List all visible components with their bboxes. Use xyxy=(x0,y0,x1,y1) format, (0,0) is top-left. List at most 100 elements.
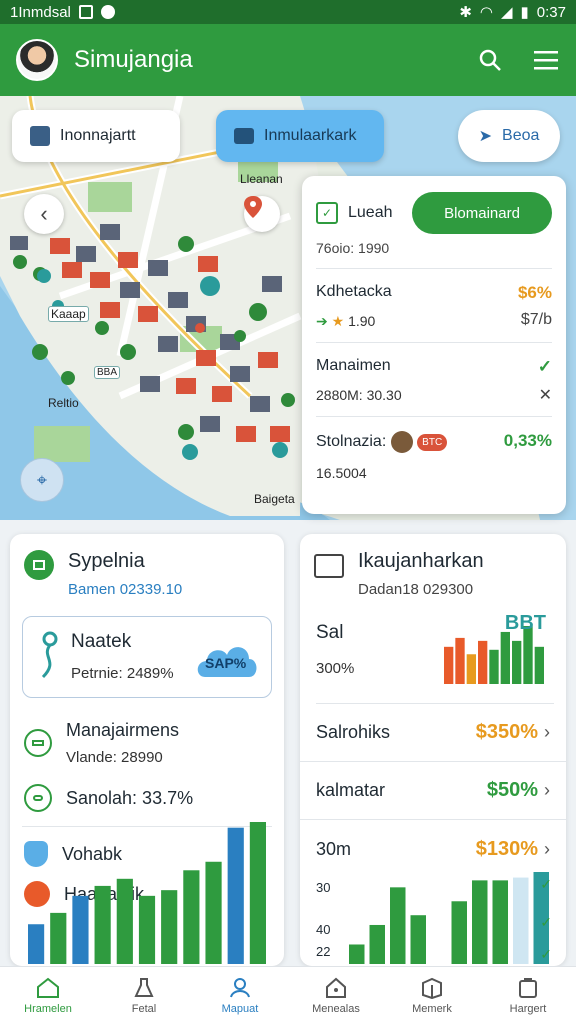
close-icon: ✕ xyxy=(538,387,552,404)
status-bar: 1Inmdsal ✱ ◠ ◢ ▮ 0:37 xyxy=(0,0,576,24)
locate-me-button[interactable]: ⌖ xyxy=(20,458,64,502)
summary-card-right: Ikaujanharkan Dadan18 029300 Sal 300% BB… xyxy=(300,534,566,966)
chart-bar xyxy=(512,640,522,684)
map-layer-chip-label: Inmulaarkark xyxy=(264,127,357,144)
detail-action-button[interactable]: Blomainard xyxy=(412,192,552,234)
wifi-icon: ◠ xyxy=(479,4,493,21)
package-icon xyxy=(422,977,442,999)
map-filter-chip[interactable]: Inonnajartt xyxy=(12,110,180,162)
list-item-label: Salrohiks xyxy=(316,722,391,742)
carrier-text: 1Inmdsal xyxy=(10,3,71,21)
battery-icon: ▮ xyxy=(520,4,529,21)
nav-home[interactable]: Hramelen xyxy=(0,967,96,1024)
nav-item-2[interactable]: Fetal xyxy=(96,967,192,1024)
check-icon: ✓ xyxy=(540,946,552,962)
location-pin-button[interactable] xyxy=(244,196,280,232)
chevron-right-icon: › xyxy=(544,722,550,742)
chart-bar xyxy=(513,877,529,964)
axis-label: 30 xyxy=(316,880,331,895)
notification-dot-icon xyxy=(100,5,115,19)
check-icon: ✓ xyxy=(540,876,552,892)
chart-bar xyxy=(50,912,67,964)
chart-bar xyxy=(489,649,499,684)
chart-bar xyxy=(478,640,488,684)
detail-row-value: $6% xyxy=(517,283,552,302)
highlight-box[interactable]: Naatek Petrnie: 2489% SAP% xyxy=(22,616,272,698)
chart-bar xyxy=(492,880,508,964)
map-label-top: Lleanan xyxy=(240,172,283,186)
chart-summary[interactable]: Sal 300% BBT xyxy=(316,612,554,704)
chart-bar xyxy=(455,637,465,684)
check-icon: ✓ xyxy=(540,914,552,930)
map-label-left: Reltio xyxy=(48,396,79,410)
list-item[interactable]: kalmatar $50% › xyxy=(300,762,566,820)
detail-row-sub: 16.5004 xyxy=(316,465,367,481)
avatar[interactable] xyxy=(16,39,58,81)
chart-bar xyxy=(227,827,244,964)
axis-label: 40 xyxy=(316,922,331,937)
notification-icon xyxy=(78,5,93,19)
detail-row-value-secondary: $7/b xyxy=(520,311,552,328)
nav-label: Hramelen xyxy=(24,1002,72,1015)
detail-row[interactable]: Kdhetacka ➔ ★ 1.90 $6% $7/b xyxy=(316,269,552,343)
map-filter-chip-label: Inonnajartt xyxy=(60,127,136,144)
chart-bar xyxy=(116,878,133,964)
chart-bar xyxy=(94,885,111,964)
list-item[interactable]: Salrohiks $350% › xyxy=(300,704,566,762)
chart-bar xyxy=(466,654,476,684)
building-icon xyxy=(30,126,50,146)
avatar xyxy=(390,431,413,453)
chart-bar xyxy=(431,936,447,964)
nav-map[interactable]: Mapuat xyxy=(192,967,288,1024)
detail-row[interactable]: Manaimen 2880M: 30.30 ✓ ✕ xyxy=(316,343,552,417)
detail-row-title: Stolnazia: xyxy=(316,433,387,451)
map-back-button[interactable]: ‹ xyxy=(24,194,64,234)
left-bar-chart xyxy=(28,822,266,964)
arrow-icon: ➔ xyxy=(316,313,328,329)
nav-item-6[interactable]: Hargert xyxy=(480,967,576,1024)
search-icon[interactable] xyxy=(476,46,504,74)
card-title: Sypelnia xyxy=(68,550,145,572)
chart-bar xyxy=(183,870,200,964)
check-icon: ✓ xyxy=(537,357,552,376)
location-detail-card: ✓ Lueah Blomainard 76oio: 1990 Kdhetacka… xyxy=(302,176,566,514)
chart-badge: BBT xyxy=(504,612,546,634)
card-subtitle: Bamen 02339.10 xyxy=(68,581,183,598)
chart-bar xyxy=(205,861,222,964)
house-icon xyxy=(326,977,346,998)
chart-bar xyxy=(390,887,406,964)
person-pin-icon xyxy=(230,977,250,997)
star-icon: ★ xyxy=(331,313,345,329)
chart-bar xyxy=(161,890,178,964)
nav-label: Memerk xyxy=(412,1002,452,1015)
list-item-value: $50% xyxy=(486,779,538,801)
nav-item-5[interactable]: Memerk xyxy=(384,967,480,1024)
list-item[interactable]: Manajairmens Vlande: 28990 xyxy=(10,720,284,766)
detail-subtitle: 76oio: 1990 xyxy=(316,240,552,269)
detail-row-sub: 1.90 xyxy=(348,313,376,329)
map-layer-chip[interactable]: Inmulaarkark xyxy=(216,110,384,162)
map-navigate-chip[interactable]: ➤ Beoa xyxy=(458,110,560,162)
chat-icon xyxy=(24,784,52,812)
card-icon xyxy=(24,729,52,757)
detail-row-sub: 2880M: 30.30 xyxy=(316,387,402,403)
card-title: Ikaujanharkan xyxy=(358,550,484,572)
coin-badge: BTC xyxy=(417,433,448,451)
clock: 0:37 xyxy=(536,3,566,21)
list-item-value: $130% xyxy=(475,837,538,860)
chevron-left-icon: ‹ xyxy=(40,201,48,226)
nav-label: Mapuat xyxy=(221,1002,259,1015)
cloud-badge-text: SAP% xyxy=(205,655,247,671)
nav-item-4[interactable]: Menealas xyxy=(288,967,384,1024)
list-item-title: Manajairmens xyxy=(66,720,180,740)
signal-icon: ◢ xyxy=(500,4,513,21)
chart-bar xyxy=(410,915,426,964)
checkbox-icon[interactable]: ✓ xyxy=(316,202,338,224)
menu-icon[interactable] xyxy=(532,46,560,74)
list-item-sub: Vlande: 28990 xyxy=(66,749,163,766)
chart-bar xyxy=(249,822,266,964)
nav-label: Hargert xyxy=(509,1002,547,1015)
map-label-bottom: Baigeta xyxy=(254,492,295,506)
nav-label: Menealas xyxy=(312,1002,360,1015)
detail-row[interactable]: Stolnazia: BTC 16.5004 0,33% xyxy=(316,417,552,491)
